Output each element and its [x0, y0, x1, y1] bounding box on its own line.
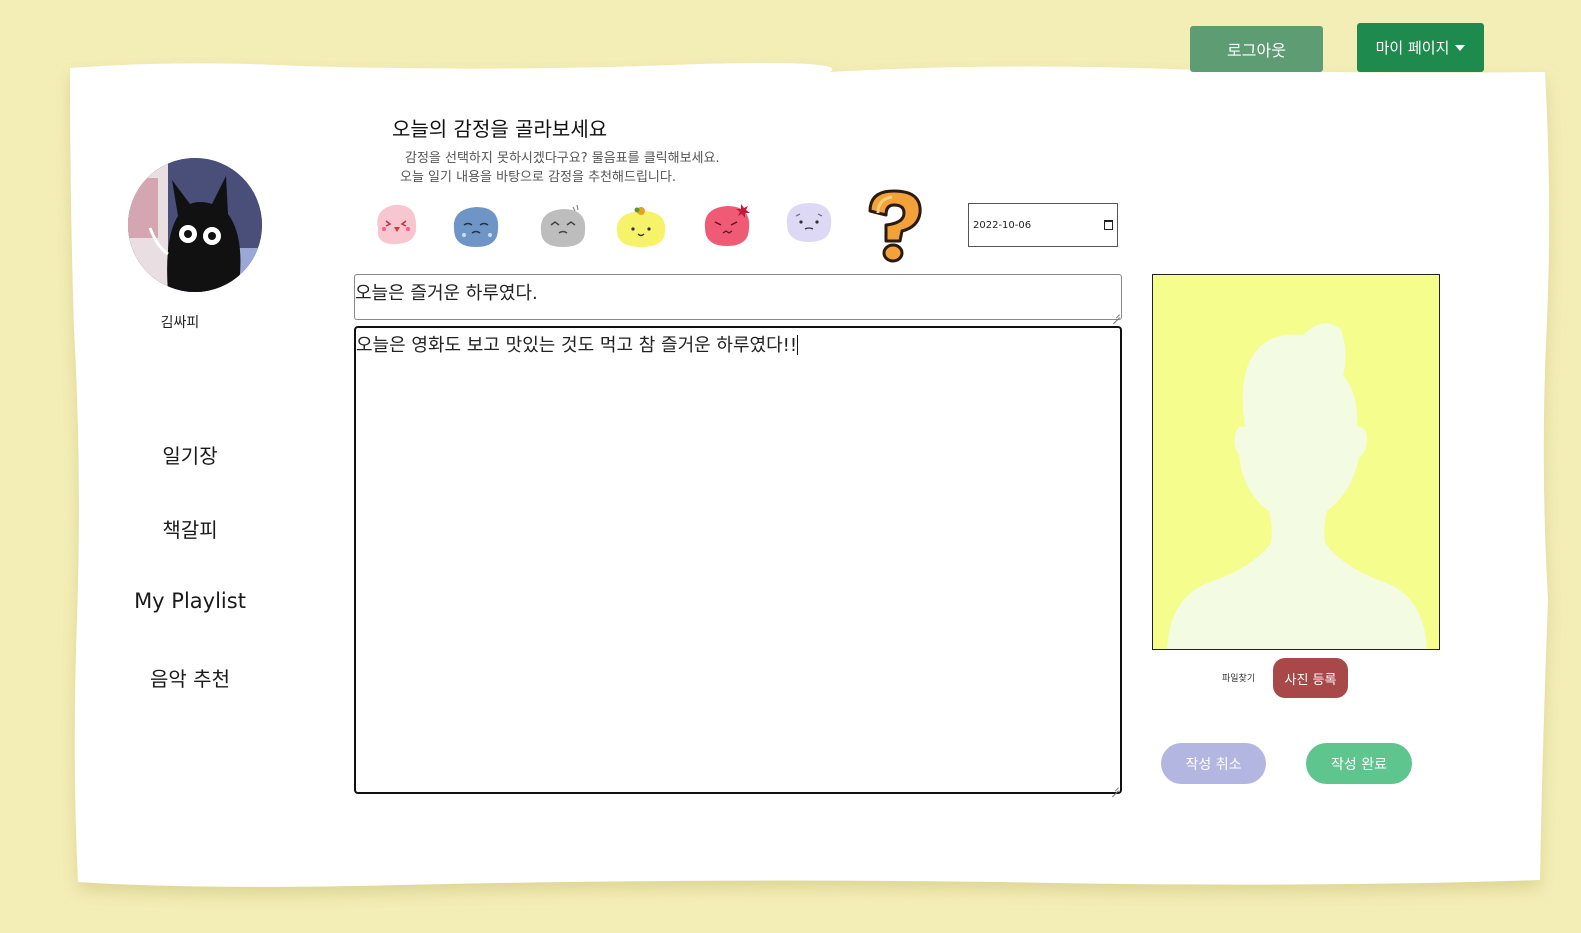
avatar — [128, 158, 262, 292]
emotion-subtitle: 오늘 일기 내용을 바탕으로 감정을 추천해드립니다. — [400, 170, 676, 185]
emotion-title: 오늘의 감정을 골라보세요 — [392, 117, 608, 141]
happy-blob-icon[interactable] — [372, 201, 420, 251]
text-cursor — [797, 335, 799, 355]
question-mark-icon[interactable] — [860, 187, 930, 269]
username: 김싸피 — [160, 315, 200, 331]
joy-blob-icon[interactable] — [613, 203, 669, 253]
sidebar-item-bookmark[interactable]: 책갈피 — [110, 514, 270, 543]
photo-register-button[interactable]: 사진 등록 — [1273, 658, 1348, 698]
emotion-subtitle: 감정을 선택하지 못하시겠다구요? 물음표를 클릭해보세요. — [405, 151, 720, 166]
annoyed-blob-icon[interactable] — [537, 203, 589, 253]
resize-handle-icon[interactable] — [1112, 310, 1120, 318]
diary-body-textarea[interactable]: 오늘은 영화도 보고 맛있는 것도 먹고 참 즐거운 하루였다!! — [354, 326, 1122, 794]
diary-title-text: 오늘은 즐거운 하루였다. — [355, 283, 538, 304]
mypage-dropdown-button[interactable]: 마이 페이지 — [1357, 23, 1484, 72]
mypage-label: 마이 페이지 — [1375, 39, 1450, 57]
sad-blob-icon[interactable] — [450, 203, 502, 253]
calendar-icon[interactable] — [1104, 220, 1113, 230]
sidebar-item-diary[interactable]: 일기장 — [110, 440, 270, 469]
caret-down-icon — [1455, 44, 1466, 51]
sidebar-item-music-recommend[interactable]: 음악 추천 — [110, 663, 270, 692]
cancel-button[interactable]: 작성 취소 — [1161, 743, 1266, 784]
submit-button[interactable]: 작성 완료 — [1306, 743, 1412, 784]
date-value: 2022-10-06 — [973, 219, 1032, 231]
person-silhouette-icon — [1167, 323, 1427, 649]
file-find-button[interactable]: 파일찾기 — [1222, 671, 1255, 684]
date-input[interactable]: 2022-10-06 — [968, 203, 1118, 247]
worried-blob-icon[interactable] — [783, 200, 835, 250]
angry-blob-icon[interactable] — [701, 200, 755, 252]
diary-body-text: 오늘은 영화도 보고 맛있는 것도 먹고 참 즐거운 하루였다!! — [356, 335, 798, 356]
sidebar-item-playlist[interactable]: My Playlist — [110, 589, 270, 613]
resize-handle-icon[interactable] — [1111, 783, 1119, 791]
logout-button[interactable]: 로그아웃 — [1190, 26, 1323, 72]
photo-preview — [1152, 274, 1440, 650]
diary-title-input[interactable]: 오늘은 즐거운 하루였다. — [354, 274, 1122, 320]
